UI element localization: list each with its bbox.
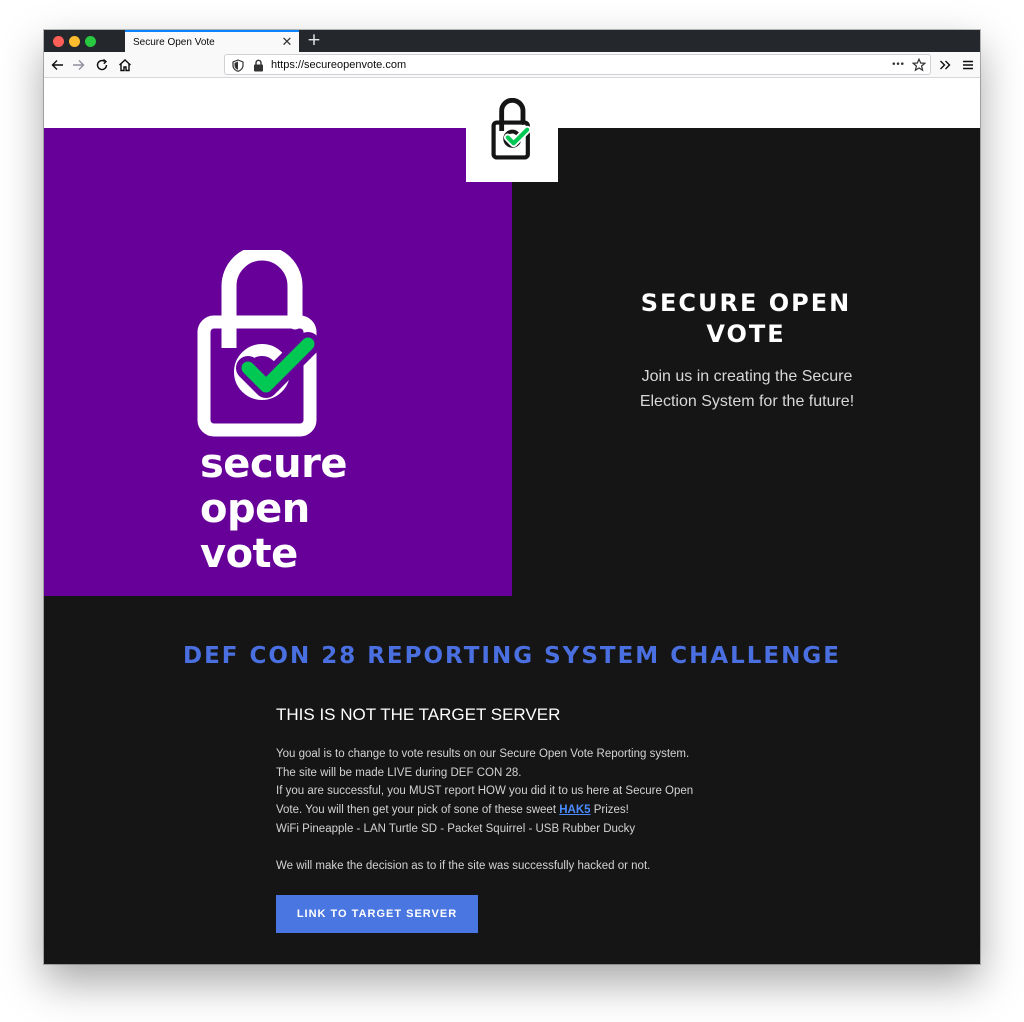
close-window-button[interactable] [53,36,64,47]
hamburger-menu-button[interactable] [958,55,978,75]
description-line: Vote. You will then get your pick of son… [276,801,746,820]
wordmark-vote: vote [200,531,298,577]
tab-title: Secure Open Vote [133,36,215,48]
new-tab-button[interactable]: + [305,30,323,52]
hero-brand-panel: secure open vote [44,128,512,596]
home-icon [119,59,131,72]
overflow-menu-button[interactable] [935,55,955,75]
link-to-target-server-button[interactable]: LINK TO TARGET SERVER [276,895,478,933]
home-button[interactable] [115,55,135,75]
reload-button[interactable] [92,55,112,75]
challenge-description: You goal is to change to vote results on… [276,745,746,876]
url-text[interactable]: https://secureopenvote.com [271,59,891,71]
description-line: The site will be made LIVE during DEF CO… [276,766,522,779]
prize-list-line: WiFi Pineapple - LAN Turtle SD - Packet … [276,822,636,835]
minimize-window-button[interactable] [69,36,80,47]
wordmark-secure: secure [200,441,347,487]
back-button[interactable] [48,55,68,75]
tab-close-icon[interactable]: ✕ [279,35,295,50]
hero-title: SECURE OPEN VOTE [640,289,852,348]
description-line: You goal is to change to vote results on… [276,748,690,760]
forward-button[interactable] [68,55,88,75]
open-lock-check-logo-icon [197,250,320,437]
bookmark-star-icon[interactable] [912,57,926,72]
url-bar[interactable]: https://secureopenvote.com ••• [224,54,931,75]
double-chevron-right-icon [940,60,951,70]
header-logo-link[interactable] [466,78,558,182]
page-actions-icon[interactable]: ••• [891,60,905,70]
page-content: secure open vote SECURE OPEN VOTE Join u… [44,78,980,964]
hamburger-menu-icon [963,60,973,70]
hero-subtitle: Join us in creating the Secure Election … [639,368,855,410]
reload-icon [96,58,108,71]
challenge-title: DEF CON 28 REPORTING SYSTEM CHALLENGE [183,643,841,669]
header-logo-icon [491,98,532,160]
brand-wordmark: secure open vote [200,442,347,577]
decision-line: We will make the decision as to if the s… [276,860,651,873]
description-text: Vote. You will then get your pick of son… [276,804,560,817]
forward-arrow-icon [73,60,85,70]
lock-icon[interactable] [251,58,265,72]
navigation-bar: https://secureopenvote.com ••• [44,52,980,78]
browser-window: Secure Open Vote ✕ + https://secureopenv… [44,30,980,964]
shield-icon[interactable] [231,58,245,72]
wordmark-open: open [200,486,310,532]
back-arrow-icon [51,60,63,70]
description-text: Prizes! [590,804,629,817]
not-target-notice: THIS IS NOT THE TARGET SERVER [276,705,561,724]
description-line: If you are successful, you MUST report H… [276,785,694,798]
hak5-link[interactable]: HAK5 [559,804,590,816]
tab-strip: Secure Open Vote ✕ + [44,30,980,52]
maximize-window-button[interactable] [85,36,96,47]
browser-tab[interactable]: Secure Open Vote ✕ [125,30,299,52]
